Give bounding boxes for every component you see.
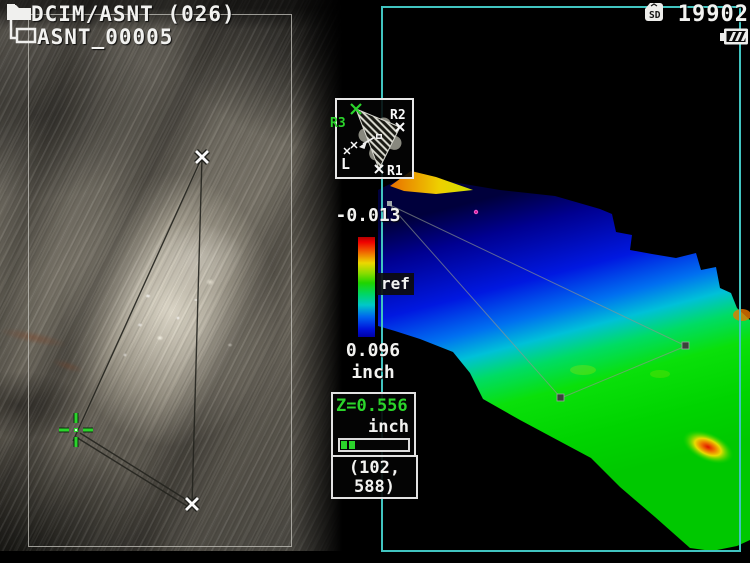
r2-label: R2 [390, 108, 406, 123]
meter-segment [341, 441, 347, 449]
sd-icon-label: SD [649, 10, 661, 21]
active-cursor-crosshair[interactable] [59, 413, 93, 447]
depth-readout-box: Z=0.556 inch [331, 392, 416, 457]
z-value: Z=0.556 [336, 396, 408, 416]
l-label: L [341, 155, 350, 173]
measurement-overlay [0, 0, 380, 551]
scale-min-value: 0.096 [335, 340, 411, 361]
scale-unit: inch [335, 362, 411, 383]
file-icon [8, 18, 40, 46]
coord-line-2: 588) [333, 478, 416, 497]
z-unit: inch [368, 417, 409, 437]
meter-segment [349, 441, 355, 449]
sd-card-icon: SD [642, 1, 666, 25]
confidence-meter [338, 438, 410, 452]
file-name: ASNT_00005 [37, 25, 173, 49]
videoscope-screen: DCIM/ASNT (026) ASNT_00005 SD 19902 [0, 0, 750, 563]
cursor-coordinate-box: (102, 588) [331, 455, 418, 499]
battery-icon [720, 27, 750, 47]
reference-plane-icon: R3 R2 R1 L [332, 97, 416, 181]
file-counter: 19902 [664, 2, 749, 27]
r1-label: R1 [387, 164, 403, 179]
folder-path: DCIM/ASNT (026) [31, 2, 236, 26]
scale-max-value: -0.013 [330, 205, 406, 226]
3d-pane-border [381, 6, 741, 552]
depth-color-scale [358, 237, 375, 337]
ref-level-label: ref [377, 273, 414, 295]
measurement-lines [73, 157, 202, 506]
r3-label: R3 [330, 116, 346, 131]
coord-line-1: (102, [333, 459, 416, 478]
